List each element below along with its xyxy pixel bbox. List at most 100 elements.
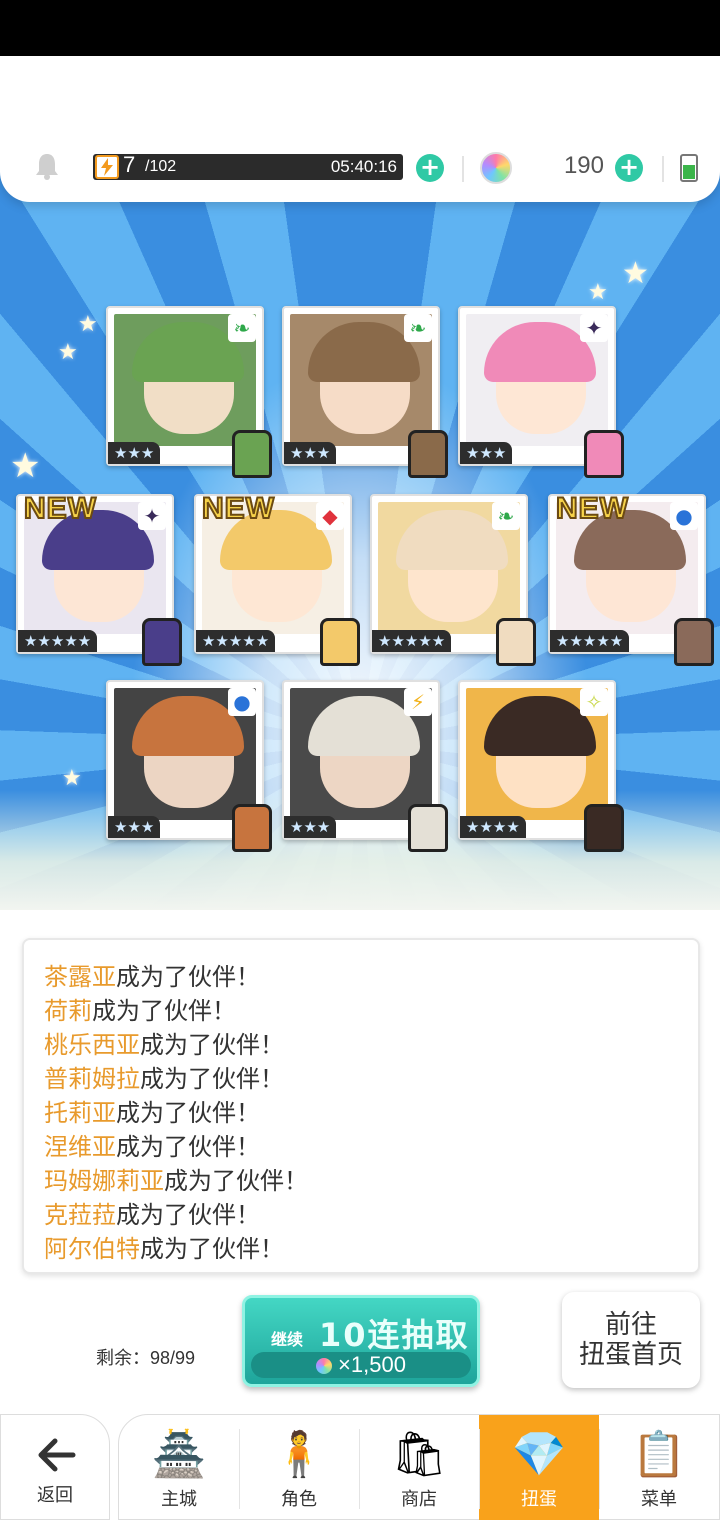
nav-tab[interactable]: 🏯 主城 <box>119 1415 239 1520</box>
log-line: 普莉姆拉成为了伙伴！ <box>44 1062 688 1096</box>
gem-count: 190 <box>563 152 604 179</box>
rarity-stars: ★★★ <box>460 442 513 464</box>
nav-tab[interactable]: 🧍 角色 <box>239 1415 359 1520</box>
character-name: 阿尔伯特 <box>44 1235 140 1263</box>
add-stamina-plus-icon[interactable]: + <box>416 154 444 182</box>
nav-tab-label: 扭蛋 <box>521 1489 557 1510</box>
gem-icon <box>480 152 512 184</box>
stamina-bar: 7 /102 05:40:16 <box>93 152 403 180</box>
sparkle-star-icon: ★ <box>78 312 98 337</box>
character-name: 玛姆娜莉亚 <box>44 1167 164 1195</box>
character-name: 桃乐西亚 <box>44 1031 140 1059</box>
gacha-home-line2: 扭蛋首页 <box>578 1340 683 1370</box>
gem-icon <box>316 1358 333 1374</box>
stamina-current: 7 <box>123 152 136 177</box>
character-card[interactable]: ● ★★★ <box>106 680 272 852</box>
pixel-sprite-icon <box>496 618 536 666</box>
log-text: 成为了伙伴！ <box>116 963 260 991</box>
fire-element-icon: ◆ <box>316 502 344 530</box>
character-name: 茶露亚 <box>44 963 116 991</box>
character-card[interactable]: ⚡ ★★★ <box>282 680 448 852</box>
nav-separator <box>359 1429 360 1509</box>
bottom-nav: 返回 🏯 主城 🧍 角色 🛍 商店 💎 扭蛋 📋 菜单 <box>0 1414 720 1520</box>
gacha-icon: 💎 <box>511 1429 567 1480</box>
character-card[interactable]: ◆ ★★★★★ NEW <box>194 491 360 666</box>
pixel-sprite-icon <box>584 804 624 852</box>
gacha-home-line1: 前往 <box>604 1310 657 1340</box>
nav-tab-label: 主城 <box>161 1489 197 1510</box>
back-arrow-icon <box>38 1438 76 1472</box>
sparkle-star-icon: ★ <box>10 446 41 486</box>
pixel-sprite-icon <box>584 430 624 478</box>
log-line: 荷莉成为了伙伴！ <box>44 994 688 1028</box>
pixel-sprite-icon <box>320 618 360 666</box>
castle-icon: 🏯 <box>151 1429 207 1480</box>
character-card[interactable]: ❧ ★★★ <box>282 306 448 478</box>
pull-continue-label: 继续 <box>271 1330 304 1349</box>
character-card[interactable]: ❧ ★★★ <box>106 306 272 478</box>
new-badge: NEW <box>555 491 629 526</box>
character-card[interactable]: ✦ ★★★★★ NEW <box>16 491 182 666</box>
pull-cost-value: ×1,500 <box>338 1352 406 1377</box>
water-element-icon: ● <box>670 502 698 530</box>
rarity-stars: ★★★ <box>284 442 337 464</box>
new-badge: NEW <box>201 491 275 526</box>
nav-tab[interactable]: 💎 扭蛋 <box>479 1415 599 1520</box>
remaining-pulls: 剩余：98/99 <box>96 1348 196 1368</box>
pixel-sprite-icon <box>142 618 182 666</box>
stamina-timer: 05:40:16 <box>330 157 397 176</box>
log-text: 成为了伙伴！ <box>116 1133 260 1161</box>
log-text: 成为了伙伴！ <box>140 1031 284 1059</box>
rarity-stars: ★★★ <box>108 816 161 838</box>
pixel-sprite-icon <box>408 804 448 852</box>
character-card[interactable]: ✧ ★★★★ <box>458 680 624 852</box>
leaf-element-icon: ❧ <box>404 314 432 342</box>
log-text: 成为了伙伴！ <box>116 1099 260 1127</box>
log-text: 成为了伙伴！ <box>140 1235 284 1263</box>
character-card[interactable]: ● ★★★★★ NEW <box>548 491 714 666</box>
sparkle-star-icon: ★ <box>62 766 82 791</box>
log-text: 成为了伙伴！ <box>164 1167 308 1195</box>
rarity-stars: ★★★★★ <box>196 630 276 652</box>
character-name: 普莉姆拉 <box>44 1065 140 1093</box>
acquisition-log-list: 茶露亚成为了伙伴！ 荷莉成为了伙伴！ 桃乐西亚成为了伙伴！ 普莉姆拉成为了伙伴！ 托莉亚… <box>44 960 688 1266</box>
pixel-sprite-icon <box>232 804 272 852</box>
gacha-home-button[interactable]: 前往 扭蛋首页 <box>562 1292 700 1388</box>
back-label: 返回 <box>37 1485 73 1506</box>
nav-tab[interactable]: 🛍 商店 <box>359 1415 479 1520</box>
nav-tab-label: 菜单 <box>641 1489 677 1510</box>
stamina-max: /102 <box>145 158 177 175</box>
nav-tab-label: 角色 <box>281 1489 317 1510</box>
new-badge: NEW <box>23 491 97 526</box>
log-line: 阿尔伯特成为了伙伴！ <box>44 1232 688 1266</box>
character-card[interactable]: ✦ ★★★ <box>458 306 624 478</box>
nav-tab[interactable]: 📋 菜单 <box>599 1415 719 1520</box>
rarity-stars: ★★★★ <box>460 816 526 838</box>
rarity-stars: ★★★★★ <box>550 630 630 652</box>
rarity-stars: ★★★★★ <box>18 630 98 652</box>
add-gems-plus-icon[interactable]: + <box>615 154 643 182</box>
acquisition-log-panel[interactable]: 茶露亚成为了伙伴！ 荷莉成为了伙伴！ 桃乐西亚成为了伙伴！ 普莉姆拉成为了伙伴！ 托莉亚… <box>22 938 700 1274</box>
character-name: 克菈菈 <box>44 1201 116 1229</box>
nav-tab-label: 商店 <box>401 1489 437 1510</box>
leaf-element-icon: ❧ <box>492 502 520 530</box>
hud-divider <box>662 156 664 182</box>
sparkle-star-icon: ★ <box>588 280 608 305</box>
lightning-icon <box>95 155 119 179</box>
back-button[interactable]: 返回 <box>0 1414 110 1520</box>
pixel-sprite-icon <box>674 618 714 666</box>
character-card[interactable]: ❧ ★★★★★ <box>370 494 536 666</box>
leaf-element-icon: ❧ <box>228 314 256 342</box>
dark-element-icon: ✦ <box>138 502 166 530</box>
log-line: 涅维亚成为了伙伴！ <box>44 1130 688 1164</box>
shop-icon: 🛍 <box>391 1429 447 1480</box>
pixel-sprite-icon <box>232 430 272 478</box>
pull-10-button[interactable]: 继续 10连抽取 ×1,500 <box>242 1295 480 1387</box>
bell-icon[interactable] <box>34 152 60 180</box>
battery-icon <box>680 154 698 182</box>
rarity-stars: ★★★ <box>108 442 161 464</box>
character-icon: 🧍 <box>271 1429 327 1480</box>
log-line: 克菈菈成为了伙伴！ <box>44 1198 688 1232</box>
dark-element-icon: ✦ <box>580 314 608 342</box>
rarity-stars: ★★★★★ <box>372 630 452 652</box>
